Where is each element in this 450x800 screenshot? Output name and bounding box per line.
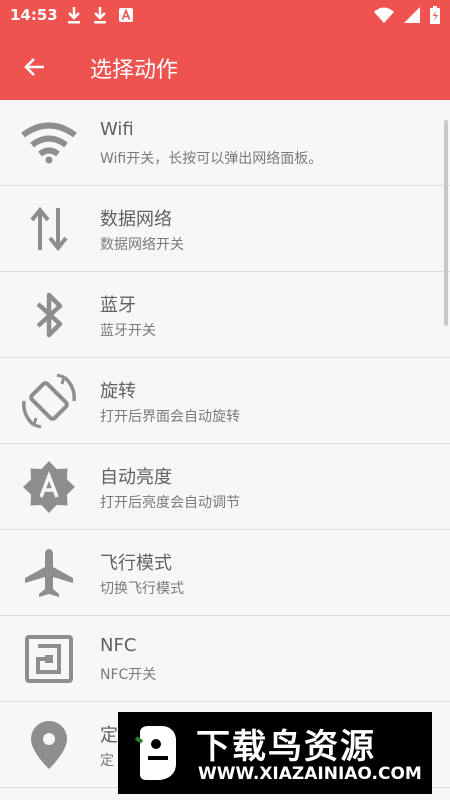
app-notification-icon bbox=[119, 8, 133, 22]
bluetooth-icon bbox=[36, 292, 63, 338]
list-item-airplane-mode[interactable]: 飞行模式 切换飞行模式 bbox=[0, 530, 450, 616]
wifi-icon bbox=[21, 122, 77, 164]
item-title: 数据网络 bbox=[100, 209, 172, 230]
page-title: 选择动作 bbox=[90, 58, 179, 83]
auto-brightness-icon bbox=[23, 461, 75, 513]
cell-signal-icon bbox=[404, 7, 420, 23]
data-arrows-icon bbox=[30, 206, 68, 252]
list-item-bluetooth[interactable]: 蓝牙 蓝牙开关 bbox=[0, 272, 450, 358]
scrollbar[interactable] bbox=[444, 120, 448, 326]
app-bar: 选择动作 bbox=[0, 32, 450, 100]
item-subtitle: NFC开关 bbox=[100, 667, 157, 683]
item-subtitle: 定 bbox=[100, 753, 114, 769]
list-item-auto-brightness[interactable]: 自动亮度 打开后亮度会自动调节 bbox=[0, 444, 450, 530]
wifi-signal-icon bbox=[374, 7, 394, 23]
list-item-wifi[interactable]: Wifi Wifi开关，长按可以弹出网络面板。 bbox=[0, 100, 450, 186]
item-subtitle: Wifi开关，长按可以弹出网络面板。 bbox=[100, 151, 323, 167]
status-time: 14:53 bbox=[10, 6, 58, 24]
list-item-rotation[interactable]: 旋转 打开后界面会自动旋转 bbox=[0, 358, 450, 444]
item-title: Wifi bbox=[100, 119, 134, 140]
watermark-url: WWW.XIAZAINIAO.COM bbox=[198, 764, 422, 784]
item-title: 飞行模式 bbox=[100, 553, 172, 574]
status-bar: 14:53 bbox=[0, 0, 450, 32]
item-title: 旋转 bbox=[100, 381, 136, 402]
item-title: 自动亮度 bbox=[100, 467, 172, 488]
airplane-icon bbox=[25, 549, 73, 597]
list-item-nfc[interactable]: NFC NFC开关 bbox=[0, 616, 450, 702]
download-icon bbox=[94, 7, 106, 24]
battery-icon bbox=[430, 6, 440, 24]
item-subtitle: 蓝牙开关 bbox=[100, 323, 156, 339]
action-list: Wifi Wifi开关，长按可以弹出网络面板。 数据网络 数据网络开关 蓝牙 蓝… bbox=[0, 100, 450, 788]
item-title: 蓝牙 bbox=[100, 295, 136, 316]
item-title: NFC bbox=[100, 635, 137, 656]
bird-logo-icon bbox=[134, 726, 176, 780]
watermark: 下载鸟资源 WWW.XIAZAINIAO.COM bbox=[118, 712, 432, 794]
item-subtitle: 打开后界面会自动旋转 bbox=[100, 409, 240, 425]
rotation-icon bbox=[22, 373, 76, 429]
download-icon bbox=[68, 7, 80, 24]
watermark-title: 下载鸟资源 bbox=[196, 727, 376, 767]
list-item-data-network[interactable]: 数据网络 数据网络开关 bbox=[0, 186, 450, 272]
location-icon bbox=[31, 721, 67, 769]
back-arrow-icon[interactable] bbox=[20, 52, 50, 82]
item-title: 定 bbox=[100, 725, 118, 746]
item-subtitle: 数据网络开关 bbox=[100, 237, 184, 253]
nfc-icon bbox=[25, 635, 73, 683]
item-subtitle: 打开后亮度会自动调节 bbox=[100, 495, 240, 511]
item-subtitle: 切换飞行模式 bbox=[100, 581, 184, 597]
